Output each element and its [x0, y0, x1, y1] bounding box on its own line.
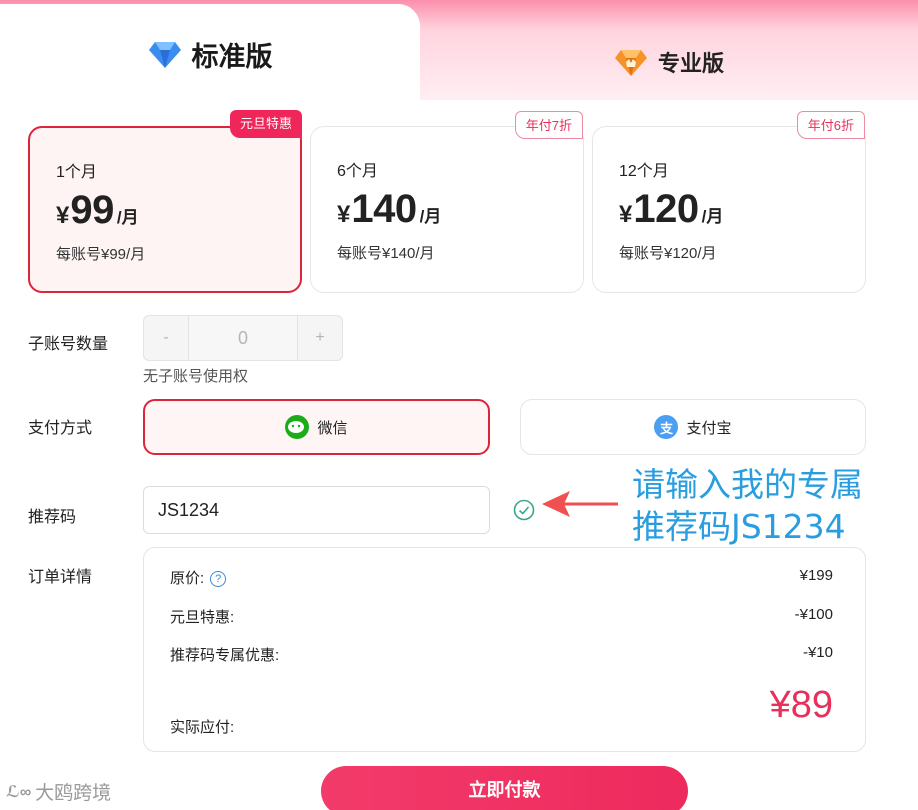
payment-option-alipay[interactable]: 支 支付宝 — [520, 399, 866, 455]
referral-code-input[interactable] — [143, 486, 490, 534]
wechat-label: 微信 — [317, 419, 348, 437]
plan-badge: 年付6折 — [796, 111, 865, 139]
tab-standard[interactable]: 标准版 — [0, 4, 420, 114]
plan-per-account: 每账号¥120/月 — [619, 245, 717, 262]
referral-discount-value: -¥10 — [802, 644, 833, 661]
plan-unit: /月 — [419, 207, 442, 226]
sub-account-label: 子账号数量 — [28, 336, 109, 353]
order-details-label: 订单详情 — [28, 569, 93, 586]
watermark: ℒ∞ 大鸥跨境 — [6, 778, 111, 805]
alipay-label: 支付宝 — [686, 419, 732, 437]
plan-price: ¥ 99 /月 — [56, 188, 300, 233]
plan-price: ¥ 140 /月 — [337, 187, 583, 232]
actual-payment-label: 实际应付: — [170, 719, 235, 736]
alipay-icon: 支 — [654, 415, 679, 439]
newyear-discount-value: -¥100 — [794, 606, 833, 623]
plan-duration: 6个月 — [337, 163, 378, 180]
plan-badge: 元旦特惠 — [229, 110, 302, 138]
tab-pro[interactable]: 专业版 — [420, 24, 918, 100]
payment-option-wechat[interactable]: 微信 — [143, 399, 490, 455]
plan-per-account: 每账号¥140/月 — [337, 245, 435, 262]
plan-card-1-month[interactable]: 元旦特惠 1个月 ¥ 99 /月 每账号¥99/月 — [28, 110, 302, 293]
annotation-line-2: 推荐码JS1234 — [632, 507, 846, 546]
plan-yen: ¥ — [56, 202, 70, 229]
plan-amount: 140 — [351, 187, 417, 231]
blue-diamond-icon — [148, 42, 181, 68]
total-amount: ¥89 — [769, 684, 833, 726]
increment-button[interactable]: + — [298, 316, 342, 360]
order-details-panel: 原价:? ¥199 元旦特惠: -¥100 推荐码专属优惠: -¥10 实际应付… — [143, 547, 866, 752]
plan-amount: 120 — [633, 187, 699, 231]
plan-card-12-months[interactable]: 年付6折 12个月 ¥ 120 /月 每账号¥120/月 — [592, 111, 866, 293]
original-price-value: ¥199 — [799, 567, 833, 584]
plan-duration: 12个月 — [619, 163, 669, 180]
plan-yen: ¥ — [619, 201, 633, 228]
referral-code-label: 推荐码 — [28, 509, 77, 526]
plan-price: ¥ 120 /月 — [619, 187, 865, 232]
watermark-text: 大鸥跨境 — [35, 783, 112, 804]
plan-unit: /月 — [116, 208, 139, 227]
red-arrow-icon — [542, 491, 618, 517]
tab-pro-label: 专业版 — [657, 51, 724, 76]
plan-badge: 年付7折 — [514, 111, 583, 139]
plan-per-account: 每账号¥99/月 — [56, 246, 146, 263]
payment-method-label: 支付方式 — [28, 420, 93, 437]
sub-account-count[interactable]: 0 — [188, 316, 298, 360]
plan-duration: 1个月 — [56, 164, 97, 181]
wechat-icon — [285, 415, 310, 439]
plan-unit: /月 — [701, 207, 724, 226]
referral-discount-label: 推荐码专属优惠: — [170, 647, 280, 664]
sub-account-stepper: - 0 + — [143, 315, 343, 361]
newyear-discount-label: 元旦特惠: — [170, 609, 235, 626]
pay-now-button[interactable]: 立即付款 — [321, 766, 688, 810]
plan-amount: 99 — [70, 188, 114, 232]
referral-annotation: 请输入我的专属 推荐码JS1234 — [632, 464, 863, 548]
watermark-logo-icon: ℒ∞ — [6, 783, 32, 801]
original-price-label: 原价:? — [170, 567, 227, 588]
annotation-line-1: 请输入我的专属 — [632, 465, 863, 504]
original-price-label-text: 原价: — [170, 570, 205, 587]
help-icon[interactable]: ? — [210, 571, 227, 587]
tab-standard-label: 标准版 — [191, 41, 273, 72]
plan-card-6-months[interactable]: 年付7折 6个月 ¥ 140 /月 每账号¥140/月 — [310, 111, 584, 293]
plan-yen: ¥ — [337, 201, 351, 228]
orange-diamond-icon — [614, 50, 647, 76]
check-circle-icon — [513, 499, 535, 521]
sub-account-hint: 无子账号使用权 — [143, 368, 249, 385]
decrement-button[interactable]: - — [144, 316, 188, 360]
